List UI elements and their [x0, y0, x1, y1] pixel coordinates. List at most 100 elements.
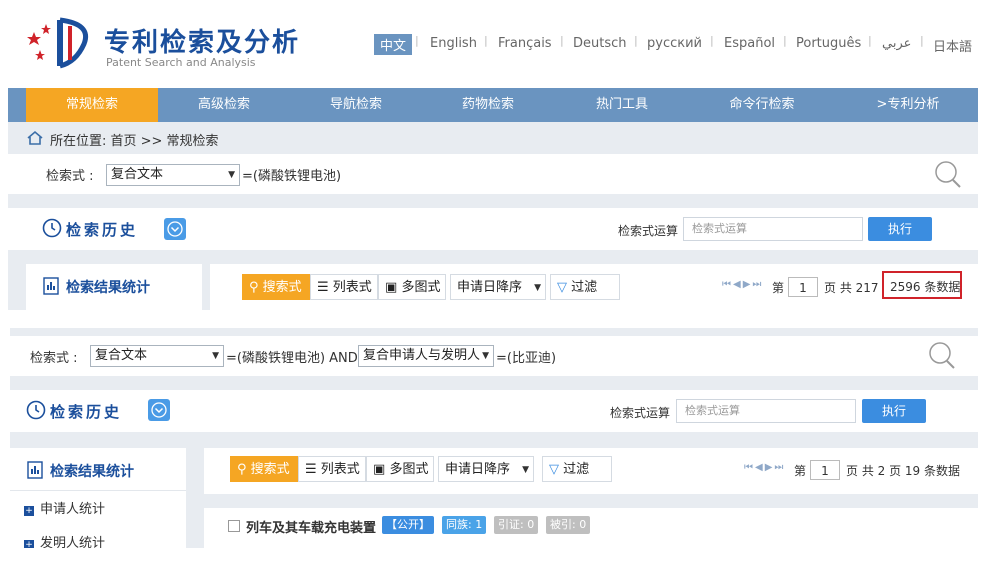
search-mode-label-2: 搜索式 — [250, 462, 290, 477]
page-input-2[interactable]: 1 — [810, 460, 840, 480]
history-title: 检索历史 — [66, 221, 139, 239]
search-mode-icon: ⚲ — [249, 280, 259, 295]
search-mode-button-2[interactable]: ⚲ 搜索式 — [230, 456, 298, 482]
chevron-down-icon: ▼ — [482, 351, 489, 361]
screenshot-divider — [0, 310, 994, 328]
filter-label-2: 过滤 — [563, 462, 590, 477]
search-expression-panel: 检索式 : 复合文本 ▼ =(磷酸铁锂电池) — [8, 154, 978, 194]
breadcrumb-text: 所在位置: 首页 >> 常规检索 — [50, 134, 219, 149]
search-expression-panel-2: 检索式 : 复合文本 ▼ =(磷酸铁锂电池) AND 复合申请人与发明人 ▼ =… — [10, 336, 978, 376]
image-icon: ▣ — [385, 280, 398, 295]
bottom-edge — [0, 548, 994, 568]
list-mode-button[interactable]: ☰ 列表式 — [310, 274, 378, 300]
clock-icon — [42, 218, 62, 242]
lang-separators: | — [415, 34, 419, 47]
lang-separator: | — [560, 34, 564, 47]
lang-ja[interactable]: 日本語 — [933, 36, 972, 55]
result-stats-panel: 检索结果统计 — [26, 264, 202, 310]
expr-text-3: =(比亚迪) — [496, 351, 557, 366]
stats-item-applicant[interactable]: + 申请人统计 — [24, 498, 105, 517]
list-icon: ☰ — [317, 280, 329, 295]
lang-fr[interactable]: Français — [498, 36, 552, 51]
filter-icon: ▽ — [557, 280, 567, 295]
lang-es[interactable]: Español — [724, 36, 775, 51]
clock-icon — [26, 400, 46, 424]
result-toolbar-2: ⚲ 搜索式 ☰ 列表式 ▣ 多图式 申请日降序 ▼ ▽ 过滤 ⏮◀▶⏭ 第 1 … — [204, 448, 978, 494]
image-mode-button[interactable]: ▣ 多图式 — [378, 274, 446, 300]
lang-separator: | — [783, 34, 787, 47]
list-mode-button-2[interactable]: ☰ 列表式 — [298, 456, 366, 482]
lang-ru[interactable]: русский — [647, 36, 702, 51]
sort-select[interactable]: 申请日降序 ▼ — [450, 274, 546, 300]
main-nav: 常规检索 高级检索 导航检索 药物检索 热门工具 命令行检索 >专利分析 — [8, 88, 978, 122]
nav-item-patent-analysis[interactable]: >专利分析 — [848, 88, 968, 122]
nav-item-regular-search[interactable]: 常规检索 — [26, 88, 158, 122]
nav-item-drug-search[interactable]: 药物检索 — [432, 88, 544, 122]
lang-en[interactable]: English — [430, 36, 477, 51]
execute-button[interactable]: 执行 — [868, 217, 932, 241]
sort-select-2[interactable]: 申请日降序 ▼ — [438, 456, 534, 482]
expr-field-select-value: 复合文本 — [111, 167, 164, 182]
result-toolbar: ⚲ 搜索式 ☰ 列表式 ▣ 多图式 申请日降序 ▼ ▽ 过滤 ⏮◀▶⏭ 第 1 … — [210, 264, 978, 310]
site-subtitle: Patent Search and Analysis — [106, 56, 256, 69]
search-history-panel-2: 检索历史 检索式运算 检索式运算 执行 — [10, 390, 978, 432]
stats-title-2: 检索结果统计 — [50, 464, 134, 480]
list-mode-label: 列表式 — [332, 280, 372, 295]
filter-button-2[interactable]: ▽ 过滤 — [542, 456, 612, 482]
result-family-tag[interactable]: 同族: 1 — [442, 516, 487, 534]
filter-button[interactable]: ▽ 过滤 — [550, 274, 620, 300]
pager-nav-icons[interactable]: ⏮◀▶⏭ — [722, 279, 763, 290]
nav-item-hot-tools[interactable]: 热门工具 — [566, 88, 678, 122]
filter-icon: ▽ — [549, 462, 559, 477]
image-mode-label: 多图式 — [401, 280, 441, 295]
history-toggle-button-2[interactable] — [148, 399, 170, 421]
home-icon[interactable] — [26, 130, 44, 150]
sort-select-value: 申请日降序 — [457, 280, 523, 295]
expr-op-input-2[interactable]: 检索式运算 — [676, 399, 856, 423]
result-count-highlight: 2596 条数据 — [882, 271, 962, 299]
expr-field-select[interactable]: 复合文本 ▼ — [106, 164, 240, 186]
search-history-panel: 检索历史 检索式运算 检索式运算 执行 — [8, 208, 978, 250]
header: 专利检索及分析 Patent Search and Analysis 中文 En… — [0, 0, 994, 88]
search-mode-label: 搜索式 — [262, 280, 302, 295]
pager-2: ⏮◀▶⏭ 第 1 页 共 2 页 19 条数据 — [744, 459, 976, 483]
stats-chart-icon — [26, 460, 44, 484]
list-icon: ☰ — [305, 462, 317, 477]
page-count-2: 页 共 2 页 19 条数据 — [846, 464, 960, 478]
result-checkbox[interactable] — [228, 520, 240, 532]
search-icon[interactable] — [928, 341, 958, 375]
history-toggle-button[interactable] — [164, 218, 186, 240]
pager-nav-icons[interactable]: ⏮◀▶⏭ — [744, 462, 785, 473]
filter-label: 过滤 — [571, 280, 598, 295]
nav-item-navigation-search[interactable]: 导航检索 — [300, 88, 412, 122]
result-stats-panel-2: 检索结果统计 + 申请人统计 + 发明人统计 — [10, 448, 186, 548]
sort-select-value-2: 申请日降序 — [445, 462, 511, 477]
site-logo[interactable] — [26, 14, 96, 70]
expr-op-input[interactable]: 检索式运算 — [683, 217, 863, 241]
lang-de[interactable]: Deutsch — [573, 36, 627, 51]
search-icon[interactable] — [934, 160, 964, 194]
nav-item-command-search[interactable]: 命令行检索 — [700, 88, 824, 122]
stats-item-applicant-label: 申请人统计 — [40, 502, 106, 517]
lang-pt[interactable]: Português — [796, 36, 861, 51]
result-cited-tag[interactable]: 引证: 0 — [494, 516, 539, 534]
expr-field-select-3[interactable]: 复合申请人与发明人 ▼ — [358, 345, 494, 367]
result-title[interactable]: 列车及其车载充电装置 — [246, 517, 376, 536]
image-icon: ▣ — [373, 462, 386, 477]
image-mode-button-2[interactable]: ▣ 多图式 — [366, 456, 434, 482]
execute-button-2[interactable]: 执行 — [862, 399, 926, 423]
lang-ar[interactable]: عربي — [882, 36, 911, 51]
language-switcher: 中文 English Français Deutsch русский Espa… — [374, 34, 974, 56]
search-mode-button[interactable]: ⚲ 搜索式 — [242, 274, 310, 300]
expand-icon: + — [24, 506, 34, 516]
lang-zh[interactable]: 中文 — [374, 34, 413, 55]
stats-item-inventor[interactable]: + 发明人统计 — [24, 532, 105, 548]
result-status-tag: 【公开】 — [382, 516, 434, 534]
nav-item-advanced-search[interactable]: 高级检索 — [168, 88, 280, 122]
expr-label-2: 检索式 : — [30, 351, 78, 366]
expr-field-select-value-3: 复合申请人与发明人 — [363, 348, 481, 363]
result-cited-by-tag[interactable]: 被引: 0 — [546, 516, 591, 534]
page-input[interactable]: 1 — [788, 277, 818, 297]
list-mode-label-2: 列表式 — [320, 462, 360, 477]
expr-field-select-2[interactable]: 复合文本 ▼ — [90, 345, 224, 367]
